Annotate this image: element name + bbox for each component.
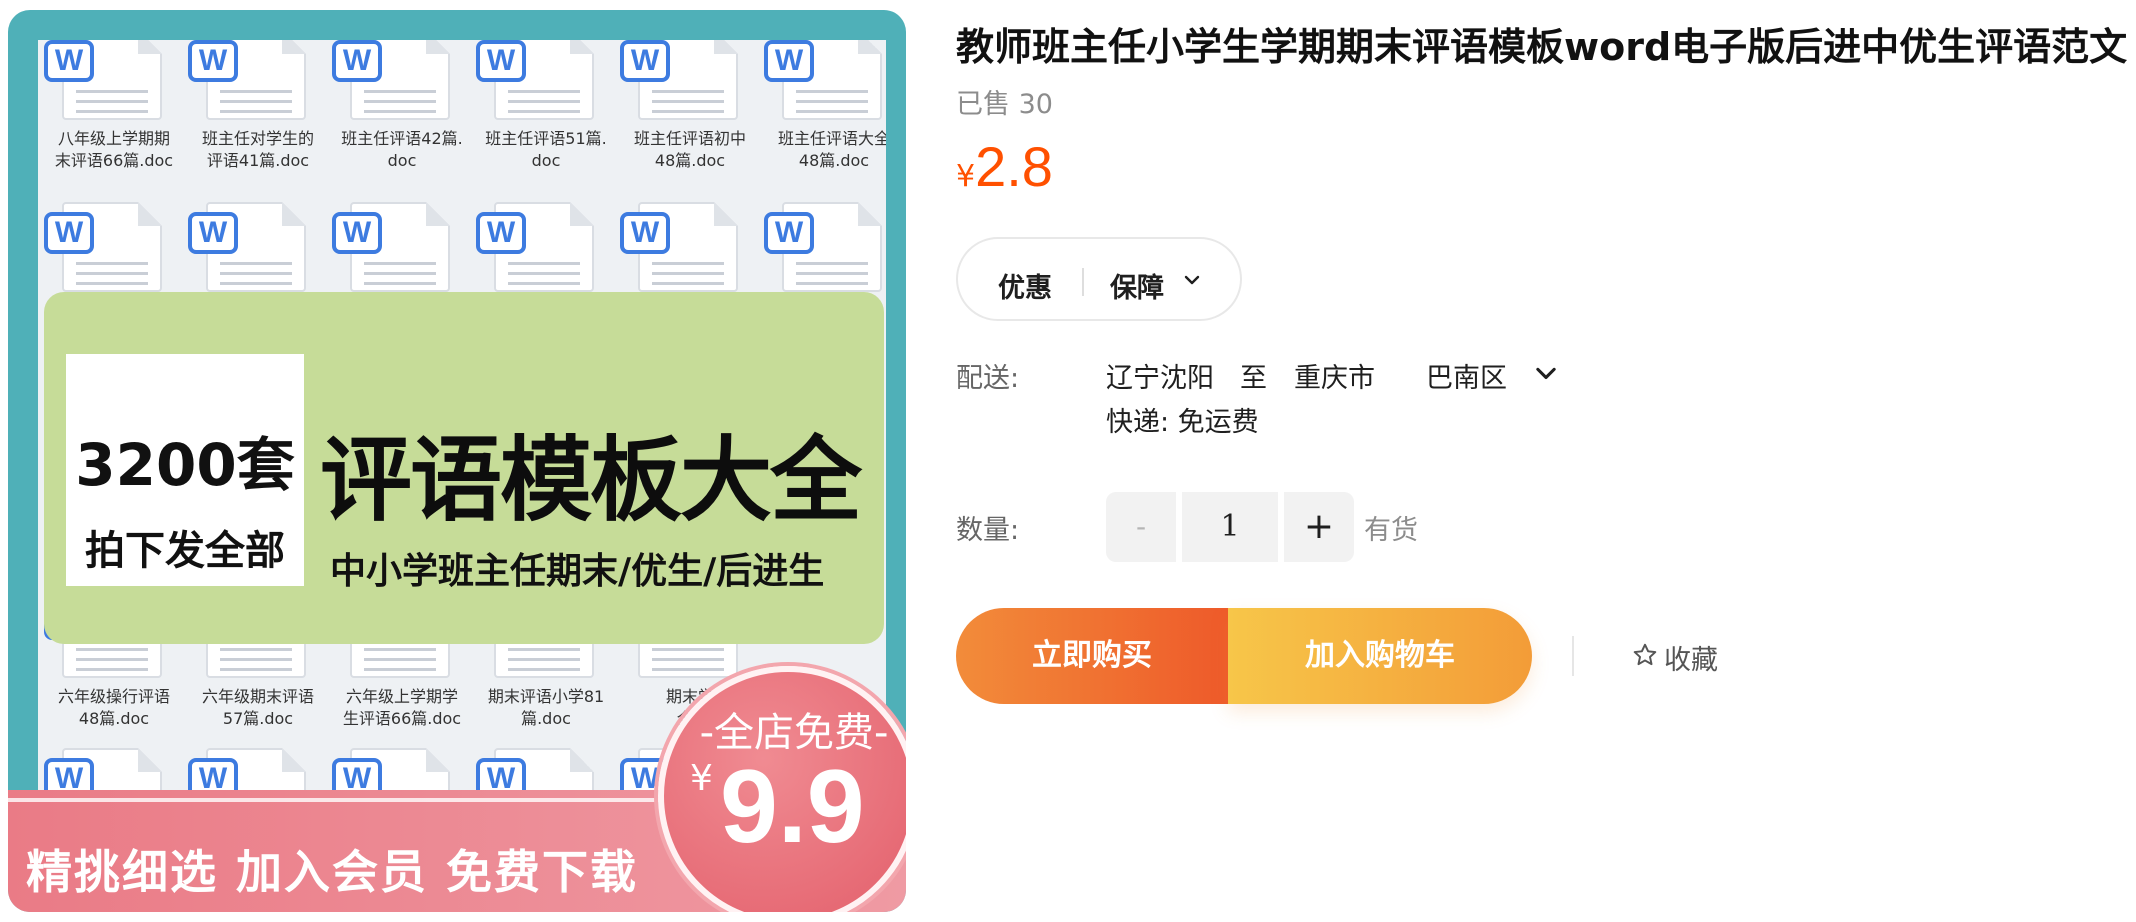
action-divider bbox=[1572, 636, 1574, 676]
word-doc-icon: W bbox=[620, 40, 670, 82]
promo-count: 3200套 bbox=[75, 431, 295, 499]
doc-file-name: 八年级上学期期 末评语66篇.doc bbox=[54, 129, 174, 170]
price-currency: ¥ bbox=[956, 159, 976, 194]
doc-lines bbox=[508, 648, 580, 678]
word-doc-icon: W bbox=[764, 40, 814, 82]
quantity-increment-button[interactable]: + bbox=[1284, 492, 1354, 562]
doc-lines bbox=[652, 648, 724, 678]
word-doc-icon: W bbox=[188, 40, 238, 82]
doc-lines bbox=[364, 262, 436, 292]
shipping-method: 快递: 免运费 bbox=[1106, 407, 1259, 438]
doc-lines bbox=[652, 262, 724, 292]
doc-lines bbox=[364, 648, 436, 678]
price-value: 2.8 bbox=[975, 135, 1053, 198]
doc-lines bbox=[220, 648, 292, 678]
doc-file-item: W 班主任评语42篇. doc bbox=[328, 40, 476, 180]
stock-status: 有货 bbox=[1364, 515, 1418, 546]
doc-file-item: W 班主任对学生的 评语41篇.doc bbox=[184, 40, 332, 180]
promo-sub: 拍下发全部 bbox=[85, 528, 285, 574]
word-doc-icon: W bbox=[188, 212, 238, 254]
doc-file-item: W 班主任评语51篇. doc bbox=[472, 40, 620, 180]
quantity-input[interactable] bbox=[1182, 492, 1278, 562]
doc-file-name: 班主任评语42篇. doc bbox=[341, 129, 463, 170]
buy-now-button[interactable]: 立即购买 bbox=[956, 608, 1228, 704]
doc-lines bbox=[364, 90, 436, 120]
quantity-decrement-button[interactable]: - bbox=[1106, 492, 1176, 562]
doc-file-item: W 班主任评语初中 48篇.doc bbox=[616, 40, 764, 180]
chevron-down-icon[interactable] bbox=[1180, 268, 1204, 292]
doc-lines bbox=[76, 90, 148, 120]
discount-tab[interactable]: 优惠 bbox=[998, 266, 1052, 305]
band-text: 精挑细选 加入会员 免费下载 bbox=[26, 845, 639, 899]
doc-lines bbox=[220, 262, 292, 292]
ship-district[interactable]: 巴南区 bbox=[1426, 356, 1507, 395]
word-doc-icon: W bbox=[476, 40, 526, 82]
price: ¥2.8 bbox=[956, 134, 1053, 199]
badge-price: 9.9 bbox=[720, 749, 865, 865]
shipping-label: 配送: bbox=[956, 363, 1020, 394]
doc-file-name: 班主任对学生的 评语41篇.doc bbox=[201, 129, 314, 170]
ship-to-word: 至 bbox=[1240, 363, 1267, 394]
doc-file-name: 六年级期末评语 57篇.doc bbox=[201, 687, 314, 728]
doc-lines bbox=[508, 90, 580, 120]
ship-from: 辽宁沈阳 bbox=[1106, 363, 1214, 394]
badge-currency: ¥ bbox=[690, 758, 713, 799]
word-doc-icon: W bbox=[332, 212, 382, 254]
word-doc-icon: W bbox=[44, 40, 94, 82]
doc-lines bbox=[508, 262, 580, 292]
product-title: 教师班主任小学生学期期末评语模板word电子版后进中优生评语范文 bbox=[956, 25, 2128, 69]
doc-lines bbox=[796, 262, 868, 292]
product-image[interactable]: W 八年级上学期期 末评语66篇.doc W 班主任对学生的 评语41篇.doc W 班主任评… bbox=[8, 10, 906, 912]
doc-file-item: W 八年级上学期期 末评语66篇.doc bbox=[40, 40, 188, 180]
word-doc-icon: W bbox=[764, 212, 814, 254]
doc-lines bbox=[796, 90, 868, 120]
doc-file-name: 班主任评语51篇. doc bbox=[485, 129, 607, 170]
doc-lines bbox=[76, 262, 148, 292]
promo-subtitle: 中小学班主任期末/优生/后进生 bbox=[330, 551, 825, 592]
chevron-down-icon[interactable] bbox=[1532, 360, 1560, 388]
ship-city[interactable]: 重庆市 bbox=[1294, 356, 1375, 395]
doc-file-name: 班主任评语大全 48篇.doc bbox=[777, 129, 886, 170]
tag-divider bbox=[1082, 268, 1084, 296]
doc-file-name: 六年级上学期学 生评语66篇.doc bbox=[342, 687, 462, 728]
doc-lines bbox=[220, 90, 292, 120]
word-doc-icon: W bbox=[620, 212, 670, 254]
doc-file-name: 期末评语小学81 篇.doc bbox=[487, 687, 605, 728]
promo-title: 评语模板大全 bbox=[320, 427, 862, 534]
add-to-cart-button[interactable]: 加入购物车 bbox=[1228, 608, 1532, 704]
sold-count: 已售 30 bbox=[956, 89, 1053, 120]
word-doc-icon: W bbox=[476, 212, 526, 254]
doc-lines bbox=[76, 648, 148, 678]
doc-file-name: 班主任评语初中 48篇.doc bbox=[633, 129, 746, 170]
star-outline-icon[interactable] bbox=[1632, 642, 1658, 668]
word-doc-icon: W bbox=[332, 40, 382, 82]
doc-file-name: 六年级操行评语 48篇.doc bbox=[57, 687, 170, 728]
quantity-label: 数量: bbox=[956, 515, 1020, 546]
guarantee-tab[interactable]: 保障 bbox=[1110, 266, 1164, 305]
doc-file-item: W 班主任评语大全 48篇.doc bbox=[760, 40, 886, 180]
doc-lines bbox=[652, 90, 724, 120]
word-doc-icon: W bbox=[44, 212, 94, 254]
favorite-button[interactable]: 收藏 bbox=[1664, 638, 1718, 677]
